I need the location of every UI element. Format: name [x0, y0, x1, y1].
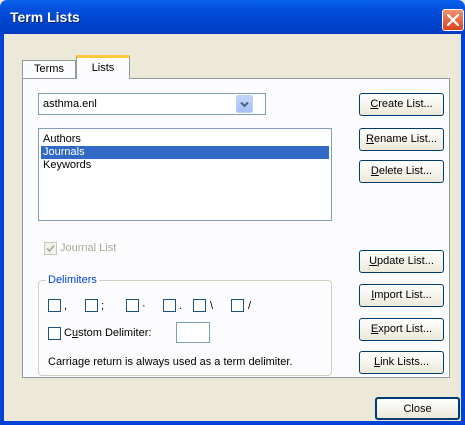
delimiter-semicolon-label: ; [101, 300, 105, 312]
delimiter-note: Carriage return is always used as a term… [48, 356, 293, 368]
delimiter-middot-label: · [142, 300, 146, 312]
tab-lists[interactable]: Lists [76, 55, 130, 79]
update-list-button[interactable]: Update List... [359, 250, 444, 273]
delimiter-backslash-label: \ [210, 300, 214, 312]
term-lists-listbox[interactable]: Authors Journals Keywords [38, 128, 332, 221]
close-button[interactable]: Close [375, 397, 460, 420]
library-select-value: asthma.enl [43, 98, 97, 110]
tab-terms[interactable]: Terms [22, 60, 76, 78]
journal-list-label: Journal List [60, 242, 117, 254]
list-item[interactable]: Authors [41, 133, 329, 146]
create-list-button[interactable]: Create List... [359, 93, 444, 116]
export-list-button[interactable]: Export List... [359, 318, 444, 341]
link-lists-button[interactable]: Link Lists... [359, 351, 444, 374]
rename-list-button[interactable]: Rename List... [359, 128, 444, 151]
delete-list-button[interactable]: Delete List... [359, 160, 444, 183]
journal-list-checkbox[interactable] [44, 242, 57, 255]
close-window-button[interactable] [442, 9, 464, 31]
window-title: Term Lists [10, 9, 80, 25]
library-select-dropdown-button[interactable] [236, 95, 253, 113]
delimiter-slash-checkbox[interactable] [231, 299, 244, 312]
delimiter-comma-label: , [64, 300, 68, 312]
window-frame-right [461, 34, 465, 425]
custom-delimiter-input[interactable] [176, 322, 210, 343]
list-item[interactable]: Keywords [41, 159, 329, 172]
library-select[interactable]: asthma.enl [38, 93, 266, 115]
delimiter-slash-label: / [248, 300, 252, 312]
custom-delimiter-label: Custom Delimiter: [64, 327, 152, 339]
delimiter-comma-checkbox[interactable] [48, 299, 61, 312]
chevron-down-icon [240, 101, 249, 108]
delimiter-backslash-checkbox[interactable] [193, 299, 206, 312]
title-bar: Term Lists [0, 0, 465, 34]
list-item-selected[interactable]: Journals [41, 146, 329, 159]
delimiter-period-label: . [179, 300, 183, 312]
term-lists-dialog: Term Lists Terms Lists asthma.enl Author… [0, 0, 465, 425]
delimiters-group-label: Delimiters [46, 274, 99, 287]
window-frame-bottom [0, 421, 465, 425]
close-icon [447, 14, 459, 26]
custom-delimiter-checkbox[interactable] [48, 327, 61, 340]
import-list-button[interactable]: Import List... [359, 284, 444, 307]
checkmark-icon [46, 244, 55, 253]
delimiter-semicolon-checkbox[interactable] [85, 299, 98, 312]
delimiter-period-checkbox[interactable] [163, 299, 176, 312]
delimiter-middot-checkbox[interactable] [126, 299, 139, 312]
window-frame-left [0, 34, 4, 425]
